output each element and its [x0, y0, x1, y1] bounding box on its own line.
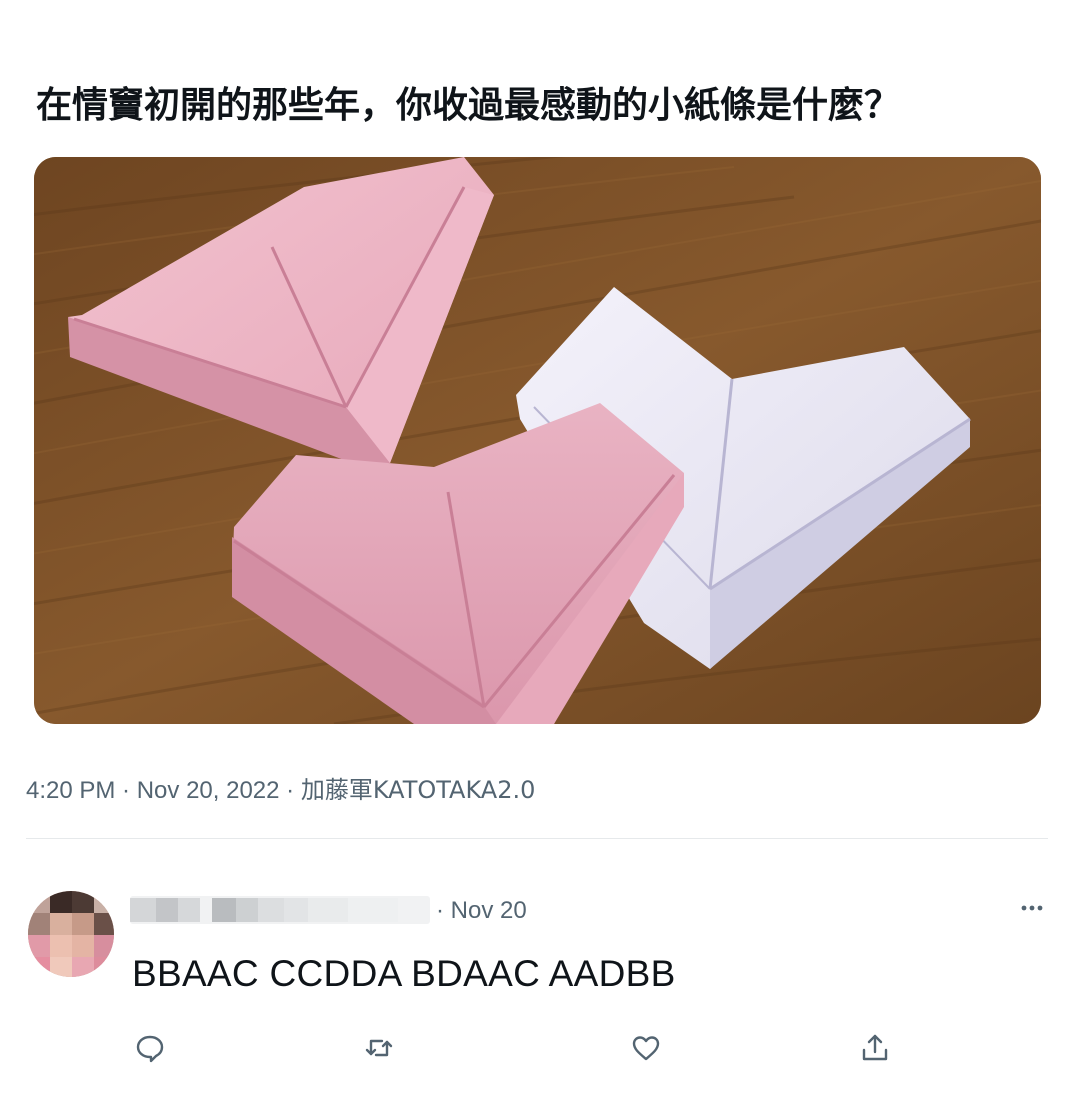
reply-avatar[interactable]	[28, 891, 114, 977]
divider	[26, 838, 1048, 839]
meta-separator: ·	[115, 777, 137, 804]
like-button[interactable]	[628, 1030, 664, 1066]
tweet-timestamp: 4:20 PM · Nov 20, 2022 · 加藤軍KATOTAKA2.0	[26, 773, 535, 807]
reply-text: BBAAC CCDDA BDAAC AADBB	[132, 953, 676, 994]
blurred-name-image	[130, 896, 430, 924]
origami-hearts-photo	[34, 157, 1041, 724]
more-options-button[interactable]	[1012, 893, 1052, 923]
pixelated-avatar-image	[28, 891, 114, 977]
tweet-source-author[interactable]: 加藤軍KATOTAKA2.0	[301, 776, 536, 804]
heart-icon	[632, 1036, 660, 1061]
reply-date[interactable]: · Nov 20	[436, 894, 527, 928]
reply-username-blurred[interactable]	[130, 896, 430, 924]
tweet-media-image[interactable]	[34, 157, 1041, 724]
reply-button[interactable]	[132, 1030, 168, 1066]
tweet-time[interactable]: 4:20 PM	[26, 777, 115, 804]
retweet-arrows-icon	[365, 1039, 393, 1057]
retweet-button[interactable]	[361, 1030, 397, 1066]
tweet-date[interactable]: Nov 20, 2022	[137, 777, 280, 804]
meta-separator: ·	[279, 777, 301, 804]
more-horizontal-icon	[1021, 905, 1043, 911]
speech-bubble-icon	[136, 1035, 164, 1063]
share-button[interactable]	[857, 1030, 893, 1066]
tweet-text: 在情竇初開的那些年，你收過最感動的小紙條是什麼？	[36, 85, 901, 126]
share-upload-icon	[862, 1034, 888, 1061]
